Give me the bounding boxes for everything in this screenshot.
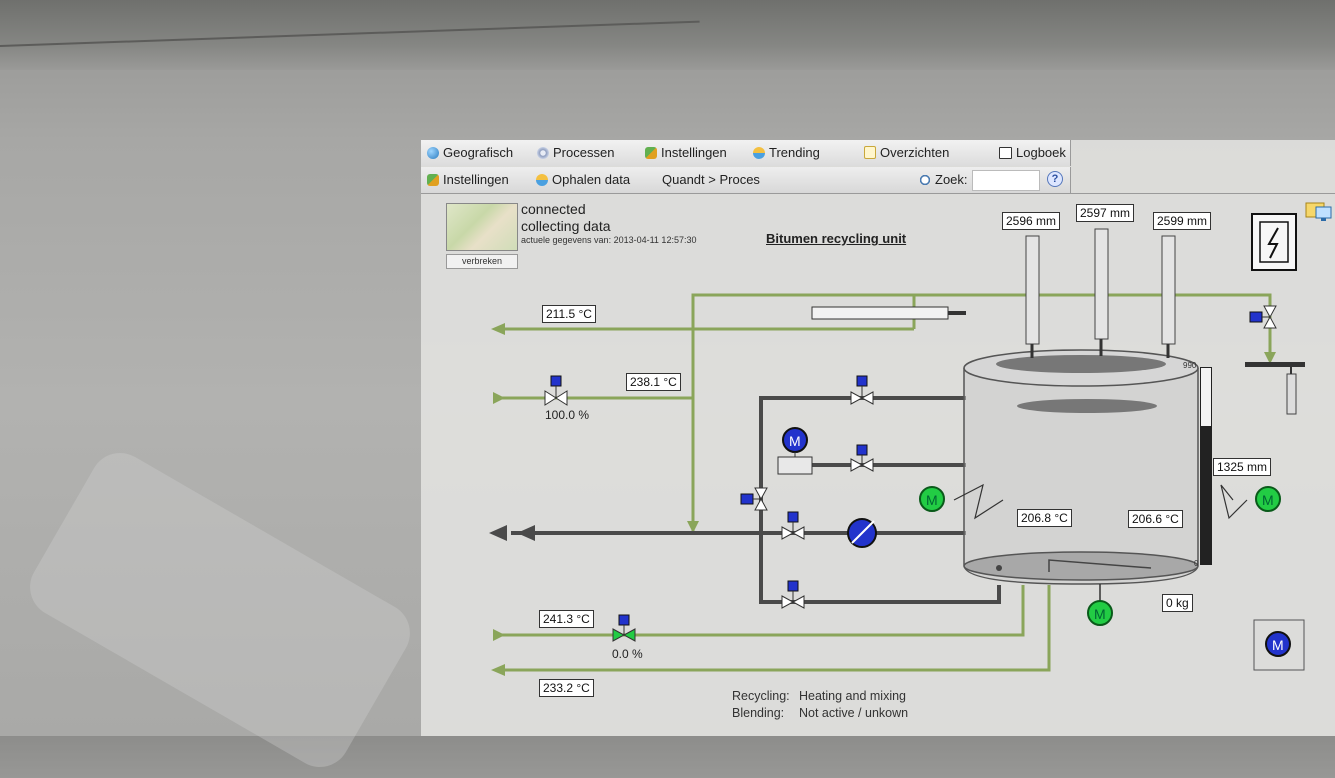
recycling-label: Recycling: <box>732 689 790 703</box>
recycling-value: Heating and mixing <box>799 689 907 703</box>
motor-label-bottom: M <box>1094 606 1106 622</box>
folder-monitor-icon[interactable] <box>1305 199 1333 223</box>
valve-pct-bottom: 0.0 % <box>612 647 643 661</box>
background-curb <box>0 0 1335 70</box>
valve-loop-top[interactable] <box>850 375 874 405</box>
weight-readout: 0 kg <box>1162 594 1193 612</box>
temp-readout-outlet-top: 211.5 °C <box>542 305 596 323</box>
level-readout-3: 2599 mm <box>1153 212 1212 230</box>
valve-bottom-loop[interactable] <box>781 580 805 609</box>
temp-readout-tank-left: 206.8 °C <box>1017 509 1072 527</box>
tank-level-readout: 1325 mm <box>1213 458 1272 476</box>
temp-readout-inlet-bottom: 241.3 °C <box>539 610 594 628</box>
blending-label: Blending: <box>732 706 785 720</box>
level-readout-1: 2596 mm <box>1002 212 1061 230</box>
motor-label-panel: M <box>1272 637 1284 653</box>
valve-main[interactable] <box>781 511 805 540</box>
scada-window: Geografisch Processen Instellingen Trend… <box>421 140 1335 736</box>
scale-bottom-label: 0 <box>1194 559 1199 568</box>
motor-label-pump: M <box>789 433 801 449</box>
temp-readout-inlet-top: 238.1 °C <box>626 373 681 391</box>
valve-loop-mid[interactable] <box>850 444 874 472</box>
valve-top-feed[interactable] <box>1249 305 1277 329</box>
valve-vertical[interactable] <box>740 487 768 511</box>
circulation-pump[interactable] <box>847 518 877 548</box>
temp-readout-tank-right: 206.6 °C <box>1128 510 1183 528</box>
scale-top-label: 990 <box>1183 361 1197 370</box>
level-readout-2: 2597 mm <box>1076 204 1135 222</box>
motor-label-right: M <box>1262 492 1274 508</box>
motor-label-left: M <box>926 492 938 508</box>
blending-value: Not active / unkown <box>799 706 909 720</box>
temp-readout-outlet-bottom: 233.2 °C <box>539 679 594 697</box>
valve-pct-top: 100.0 % <box>545 408 590 422</box>
valve-inlet-bottom[interactable] <box>612 614 636 642</box>
background-patch <box>19 442 421 778</box>
electric-panel-icon[interactable] <box>1251 213 1297 271</box>
valve-inlet-top[interactable] <box>544 375 568 406</box>
